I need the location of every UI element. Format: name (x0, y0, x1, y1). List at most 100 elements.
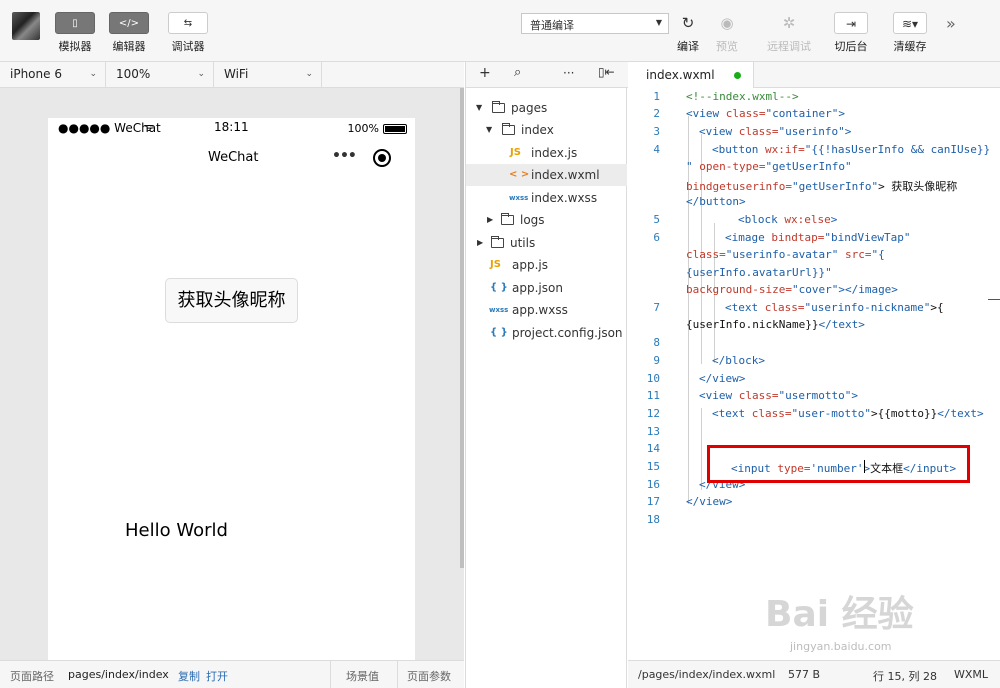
wxml-file-icon: < > (509, 169, 530, 180)
copy-link[interactable]: 复制 (178, 668, 200, 684)
get-userinfo-button[interactable]: 获取头像昵称 (165, 278, 298, 323)
simulator-scrollbar[interactable] (460, 88, 464, 568)
preview-button[interactable]: ◉ 预览 (702, 12, 752, 54)
switch-bg-label: 切后台 (834, 40, 868, 53)
preview-label: 预览 (716, 40, 738, 53)
code-token: > (830, 213, 838, 226)
code-line-4-wrap: " open-type="getUserInfo" (686, 160, 852, 173)
cursor-position[interactable]: 行 15, 列 28 (873, 668, 937, 684)
line-number: 8 (653, 336, 660, 349)
code-line-10: </view> (699, 372, 745, 385)
code-token: open-type= (699, 160, 766, 173)
close-target-icon[interactable] (373, 149, 391, 167)
code-line-6-wrap: class="userinfo-avatar" src="{ (686, 248, 885, 261)
editor-tab-bar: index.wxml (628, 62, 1000, 88)
collapse-panel-icon[interactable]: ▯⇤ (598, 65, 615, 79)
tree-folder-logs[interactable]: ▶ logs (466, 209, 627, 231)
wxss-file-icon: wxss (489, 306, 509, 314)
code-token: class= (764, 301, 805, 314)
tree-file-index-wxml[interactable]: < > index.wxml (466, 164, 627, 186)
double-chevron-right-icon[interactable]: » (946, 14, 956, 33)
js-file-icon: JS (510, 147, 521, 158)
code-token: <view (699, 389, 739, 402)
code-token: </button> (686, 195, 746, 208)
line-number: 12 (646, 407, 660, 420)
code-token: <text (712, 407, 752, 420)
divider (397, 661, 398, 688)
status-time: 18:11 (214, 120, 249, 134)
chevron-down-icon: ⌄ (305, 69, 313, 79)
code-line-17: </view> (686, 495, 732, 508)
scene-button[interactable]: 场景值 (346, 668, 379, 684)
chevron-right-icon: ▶ (487, 215, 494, 224)
tab-label: index.wxml (646, 68, 715, 82)
code-token: </view> (686, 495, 733, 508)
tree-item-label: app.json (512, 281, 563, 295)
tree-folder-utils[interactable]: ▶ utils (466, 232, 627, 254)
code-token: {userInfo.nickName}} (686, 318, 819, 331)
remote-debug-label: 远程调试 (767, 40, 811, 53)
tree-folder-index[interactable]: ▼ index (466, 119, 627, 141)
code-editor[interactable]: 1 2 3 4 5 6 7 8 9 10 11 12 13 14 15 16 1… (628, 88, 1000, 660)
code-token: >{ (930, 301, 944, 314)
add-icon[interactable]: + (479, 65, 491, 81)
page-params-button[interactable]: 页面参数 (407, 668, 451, 684)
more-icon[interactable]: ··· (563, 66, 574, 80)
zoom-select[interactable]: 100% ⌄ (106, 62, 214, 87)
tree-item-label: index (521, 123, 554, 137)
tree-folder-pages[interactable]: ▼ pages (466, 97, 627, 119)
code-line-6-wrap: background-size="cover"></image> (686, 283, 898, 296)
code-token: src= (844, 248, 872, 261)
editor-label: 编辑器 (112, 40, 146, 53)
code-token: class= (738, 389, 779, 402)
line-number: 11 (646, 389, 660, 402)
search-icon[interactable]: ⌕ (514, 65, 521, 80)
code-token: background-size= (686, 283, 792, 296)
tab-index-wxml[interactable]: index.wxml (628, 62, 754, 88)
tree-file-app-wxss[interactable]: wxss app.wxss (466, 299, 627, 321)
network-select[interactable]: WiFi ⌄ (214, 62, 322, 87)
clear-cache-button[interactable]: ≋▾ 清缓存 (885, 12, 935, 54)
code-token: <view (699, 125, 739, 138)
tree-file-app-json[interactable]: { } app.json (466, 277, 627, 299)
code-token: ></image> (838, 283, 898, 296)
language-mode[interactable]: WXML (954, 668, 988, 681)
tree-file-app-js[interactable]: JS app.js (466, 254, 627, 276)
phone-icon: ▯ (55, 12, 95, 34)
switch-background-button[interactable]: ⇥ 切后台 (826, 12, 876, 54)
annotation-highlight-box (707, 445, 970, 483)
compile-mode-select[interactable]: 普通编译 ▼ (521, 13, 669, 34)
editor-toggle-button[interactable]: </> 编辑器 (107, 12, 151, 54)
overview-ruler-mark (988, 299, 1000, 300)
code-token: "userinfo-avatar" (725, 248, 845, 261)
zoom-value: 100% (116, 67, 151, 81)
tree-file-index-wxss[interactable]: wxss index.wxss (466, 187, 627, 209)
code-token: wx:else (784, 213, 831, 226)
remote-debug-button[interactable]: ✲ 远程调试 (764, 12, 814, 54)
tree-file-index-js[interactable]: JS index.js (466, 142, 627, 164)
code-token: "userinfo-nickname" (804, 301, 931, 314)
tree-file-project-config[interactable]: { } project.config.json (466, 322, 627, 344)
more-dots-icon[interactable]: ••• (332, 148, 357, 164)
avatar[interactable] (12, 12, 40, 40)
layers-icon: ≋▾ (893, 12, 927, 34)
eye-icon: ◉ (720, 14, 734, 32)
code-token: </view> (699, 372, 746, 385)
code-token: bindgetuserinfo= (686, 180, 792, 193)
code-token: > (851, 389, 858, 402)
chevron-down-icon: ⌄ (197, 69, 205, 79)
line-number: 6 (653, 231, 660, 244)
code-line-2: <view class="container"> (686, 107, 845, 120)
device-select[interactable]: iPhone 6 ⌄ (0, 62, 106, 87)
file-tree-toolbar: + ⌕ ··· ▯⇤ (466, 62, 628, 88)
open-link[interactable]: 打开 (206, 668, 228, 684)
debugger-toggle-button[interactable]: ⇆ 调试器 (166, 12, 210, 54)
tree-item-label: app.js (512, 258, 548, 272)
divider (330, 661, 331, 688)
code-token: "container" (765, 107, 839, 120)
bug-icon: ✲ (782, 14, 796, 32)
wifi-icon: ᯤ (144, 121, 155, 134)
code-token: >{{motto}} (870, 407, 938, 420)
simulator-toggle-button[interactable]: ▯ 模拟器 (53, 12, 97, 54)
tree-item-label: index.wxss (531, 191, 598, 205)
